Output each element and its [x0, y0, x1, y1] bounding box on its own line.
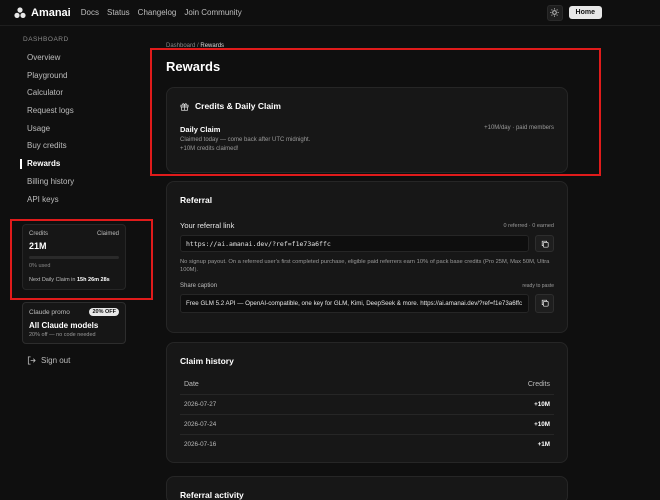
table-row: 2026-07-24 +10M — [180, 415, 554, 435]
row-credits: +10M — [534, 421, 550, 428]
breadcrumb-dashboard[interactable]: Dashboard — [166, 43, 195, 49]
row-date: 2026-07-27 — [184, 401, 217, 408]
sidebar-item-request-logs[interactable]: Request logs — [20, 102, 128, 120]
sidebar-item-buy-credits[interactable]: Buy credits — [20, 137, 128, 155]
top-navbar: Amanai Docs Status Changelog Join Commun… — [0, 0, 660, 26]
daily-claim-rate: +10M/day · paid members — [484, 125, 554, 131]
table-row: 2026-07-27 +10M — [180, 395, 554, 415]
sun-icon — [550, 8, 559, 17]
daily-claim-card: Credits & Daily Claim Daily Claim +10M/d… — [166, 87, 568, 173]
next-claim-time: 15h 26m 28s — [77, 277, 110, 283]
claim-history-table: Date Credits 2026-07-27 +10M 2026-07-24 … — [180, 381, 554, 454]
credits-usage-bar — [29, 256, 119, 259]
share-caption-status: ready to paste — [522, 282, 554, 289]
referral-stats: 0 referred · 0 earned — [503, 222, 554, 229]
table-header: Date Credits — [180, 381, 554, 395]
row-date: 2026-07-16 — [184, 441, 217, 448]
sign-out-button[interactable]: Sign out — [27, 356, 70, 365]
daily-claim-label: Daily Claim — [180, 125, 221, 134]
sidebar-item-rewards[interactable]: Rewards — [20, 155, 128, 173]
sidebar-item-overview[interactable]: Overview — [20, 49, 128, 67]
credits-card: Credits Claimed 21M 0% used Next Daily C… — [22, 224, 126, 290]
claim-history-title: Claim history — [180, 356, 234, 366]
breadcrumb-separator: / — [197, 43, 199, 49]
gift-icon — [180, 102, 189, 111]
promo-label: Claude promo — [29, 308, 70, 316]
daily-claim-title: Credits & Daily Claim — [195, 101, 281, 111]
nav-link-docs[interactable]: Docs — [81, 8, 99, 17]
share-caption-label: Share caption — [180, 282, 218, 289]
row-credits: +10M — [534, 401, 550, 408]
copy-icon — [541, 240, 549, 248]
column-credits: Credits — [527, 381, 550, 388]
row-credits: +1M — [537, 441, 550, 448]
row-date: 2026-07-24 — [184, 421, 217, 428]
brand[interactable]: Amanai — [14, 7, 71, 19]
promo-badge: 20% OFF — [89, 308, 119, 316]
referral-card: Referral Your referral link 0 referred ·… — [166, 181, 568, 333]
claude-promo-card[interactable]: Claude promo 20% OFF All Claude models 2… — [22, 302, 126, 344]
referral-title: Referral — [180, 195, 213, 205]
sidebar-item-api-keys[interactable]: API keys — [20, 191, 128, 209]
referral-note: No signup payout. On a referred user's f… — [180, 259, 550, 274]
sidebar-item-playground[interactable]: Playground — [20, 67, 128, 85]
copy-referral-link-button[interactable] — [535, 235, 554, 252]
referral-link-field[interactable]: https://ai.amanai.dev/?ref=f1e73a6ffc — [180, 235, 529, 252]
column-date: Date — [184, 381, 199, 388]
table-row: 2026-07-16 +1M — [180, 435, 554, 454]
claim-history-card: Claim history Date Credits 2026-07-27 +1… — [166, 342, 568, 463]
sidebar-heading: DASHBOARD — [23, 36, 69, 43]
page-title: Rewards — [166, 59, 221, 74]
sidebar-item-usage[interactable]: Usage — [20, 120, 128, 138]
credits-label: Credits — [29, 231, 49, 237]
sign-out-label: Sign out — [41, 356, 71, 365]
credits-amount: 21M — [29, 241, 47, 251]
nav-link-changelog[interactable]: Changelog — [138, 8, 177, 17]
sidebar-item-calculator[interactable]: Calculator — [20, 84, 128, 102]
breadcrumb-current: Rewards — [200, 43, 225, 49]
copy-caption-button[interactable] — [535, 293, 554, 313]
daily-claim-status: Claimed today — come back after UTC midn… — [180, 137, 311, 143]
theme-toggle-button[interactable] — [546, 4, 563, 21]
brand-logo-icon — [14, 6, 26, 18]
referral-link-label: Your referral link — [180, 221, 235, 230]
promo-title: All Claude models — [29, 321, 99, 330]
credits-used-text: 0% used — [29, 263, 51, 269]
referral-activity-card: Referral activity — [166, 476, 568, 500]
referral-activity-title: Referral activity — [180, 490, 244, 500]
copy-icon — [541, 300, 549, 307]
daily-claim-result: +10M credits claimed! — [180, 146, 239, 152]
breadcrumb: Dashboard / Rewards — [166, 43, 224, 49]
next-claim-prefix: Next Daily Claim in — [29, 277, 76, 283]
nav-link-status[interactable]: Status — [107, 8, 130, 17]
sign-out-icon — [27, 356, 36, 365]
sidebar-item-billing-history[interactable]: Billing history — [20, 173, 128, 191]
sidebar: DASHBOARD Overview Playground Calculator… — [20, 36, 128, 208]
brand-name: Amanai — [31, 6, 71, 19]
nav-link-join-community[interactable]: Join Community — [184, 8, 241, 17]
credits-status: Claimed — [96, 231, 119, 237]
promo-subtitle: 20% off — no code needed — [29, 332, 96, 338]
next-claim-countdown: Next Daily Claim in 15h 26m 28s — [29, 277, 119, 283]
share-caption-field[interactable]: Free GLM 5.2 API — OpenAI-compatible, on… — [180, 293, 529, 313]
home-button[interactable]: Home — [568, 6, 602, 19]
